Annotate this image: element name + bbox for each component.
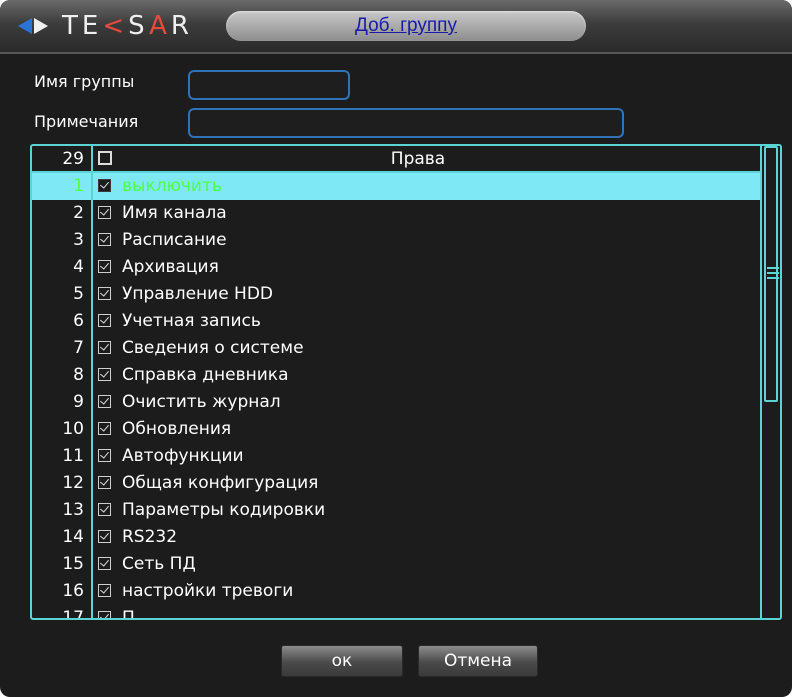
logo-arrows-icon	[18, 14, 60, 38]
permission-checkbox[interactable]	[98, 206, 111, 219]
cancel-button[interactable]: Отмена	[418, 645, 538, 677]
permission-number: 2	[73, 203, 84, 223]
permission-number: 6	[73, 311, 84, 331]
permission-number: 5	[73, 284, 84, 304]
permission-checkbox[interactable]	[98, 179, 111, 192]
permission-checkbox[interactable]	[98, 341, 111, 354]
permission-row[interactable]: 16 настройки тревоги	[32, 578, 760, 605]
permission-number: 11	[62, 446, 84, 466]
group-name-label: Имя группы	[34, 72, 135, 91]
permission-checkbox[interactable]	[98, 584, 111, 597]
permission-label: Архивация	[122, 257, 219, 277]
permission-checkbox[interactable]	[98, 395, 111, 408]
permission-row[interactable]: 13 Параметры кодировки	[32, 497, 760, 524]
permission-number: 7	[73, 338, 84, 358]
permission-label: Общая конфигурация	[122, 473, 319, 493]
permission-row[interactable]: 1 выключить	[32, 173, 760, 200]
permission-label: Параметры кодировки	[122, 500, 326, 520]
permission-checkbox[interactable]	[98, 449, 111, 462]
permission-number: 13	[62, 500, 84, 520]
permissions-column-title: Права	[390, 149, 446, 169]
permission-row[interactable]: 5 Управление HDD	[32, 281, 760, 308]
permission-row[interactable]: 15 Сеть ПД	[32, 551, 760, 578]
permissions-list: 29 Права 1 выключить 2 Имя канала 3 Расписани…	[30, 144, 782, 620]
permission-label: Управление HDD	[122, 284, 274, 304]
permission-number: 10	[62, 419, 84, 439]
permission-label: Обновления	[122, 419, 232, 439]
permission-number: 1	[73, 176, 84, 196]
permission-checkbox[interactable]	[98, 422, 111, 435]
column-divider	[91, 146, 93, 618]
scroll-thumb[interactable]	[764, 146, 779, 402]
permission-checkbox[interactable]	[98, 503, 111, 516]
notes-input[interactable]	[188, 108, 624, 138]
permission-row[interactable]: 8 Справка дневника	[32, 362, 760, 389]
permission-number: 17	[62, 608, 84, 618]
tecsar-logo: TE<SAR	[18, 10, 193, 42]
permission-label: Автофункции	[122, 446, 244, 466]
permission-checkbox[interactable]	[98, 287, 111, 300]
permission-label: Сеть ПД	[122, 554, 196, 574]
permission-label: Расписание	[122, 230, 227, 250]
ok-button[interactable]: ок	[281, 645, 403, 677]
permission-label: Учетная запись	[122, 311, 261, 331]
permission-label: Очистить журнал	[122, 392, 281, 412]
permission-label: RS232	[122, 527, 178, 547]
permission-label: Сведения о системе	[122, 338, 304, 358]
permission-number: 9	[73, 392, 84, 412]
permission-number: 15	[62, 554, 84, 574]
permission-label: П	[122, 608, 135, 618]
add-group-dialog: TE<SAR Доб. группу Имя группы Примечания…	[0, 0, 792, 697]
permission-row[interactable]: 6 Учетная запись	[32, 308, 760, 335]
title-bar: TE<SAR Доб. группу	[0, 0, 792, 54]
permission-checkbox[interactable]	[98, 530, 111, 543]
permission-row[interactable]: 11 Автофункции	[32, 443, 760, 470]
permission-checkbox[interactable]	[98, 260, 111, 273]
permission-checkbox[interactable]	[98, 314, 111, 327]
permission-number: 8	[73, 365, 84, 385]
permission-label: Справка дневника	[122, 365, 289, 385]
permission-checkbox[interactable]	[98, 368, 111, 381]
notes-label: Примечания	[34, 112, 139, 131]
permission-row[interactable]: 14 RS232	[32, 524, 760, 551]
permission-checkbox[interactable]	[98, 233, 111, 246]
group-name-input[interactable]	[188, 70, 350, 100]
permission-number: 4	[73, 257, 84, 277]
permission-label: настройки тревоги	[122, 581, 294, 601]
permission-row[interactable]: 17 П	[32, 605, 760, 618]
permission-checkbox[interactable]	[98, 611, 111, 618]
title-pill: Доб. группу	[226, 11, 586, 41]
permission-checkbox[interactable]	[98, 557, 111, 570]
permission-row[interactable]: 9 Очистить журнал	[32, 389, 760, 416]
permission-number: 12	[62, 473, 84, 493]
list-header: 29 Права	[32, 146, 760, 173]
permission-label: выключить	[122, 176, 222, 196]
list-scrollbar[interactable]	[760, 146, 780, 618]
permission-row[interactable]: 7 Сведения о системе	[32, 335, 760, 362]
logo-text: TE<SAR	[62, 11, 193, 41]
permission-number: 14	[62, 527, 84, 547]
permissions-list-body: 29 Права 1 выключить 2 Имя канала 3 Расписани…	[32, 146, 760, 618]
permission-label: Имя канала	[122, 203, 227, 223]
permission-checkbox[interactable]	[98, 476, 111, 489]
permission-number: 3	[73, 230, 84, 250]
permission-row[interactable]: 4 Архивация	[32, 254, 760, 281]
permission-number: 16	[62, 581, 84, 601]
permission-row[interactable]: 12 Общая конфигурация	[32, 470, 760, 497]
dialog-title: Доб. группу	[355, 15, 457, 36]
permission-row[interactable]: 2 Имя канала	[32, 200, 760, 227]
permission-row[interactable]: 10 Обновления	[32, 416, 760, 443]
permission-row[interactable]: 3 Расписание	[32, 227, 760, 254]
